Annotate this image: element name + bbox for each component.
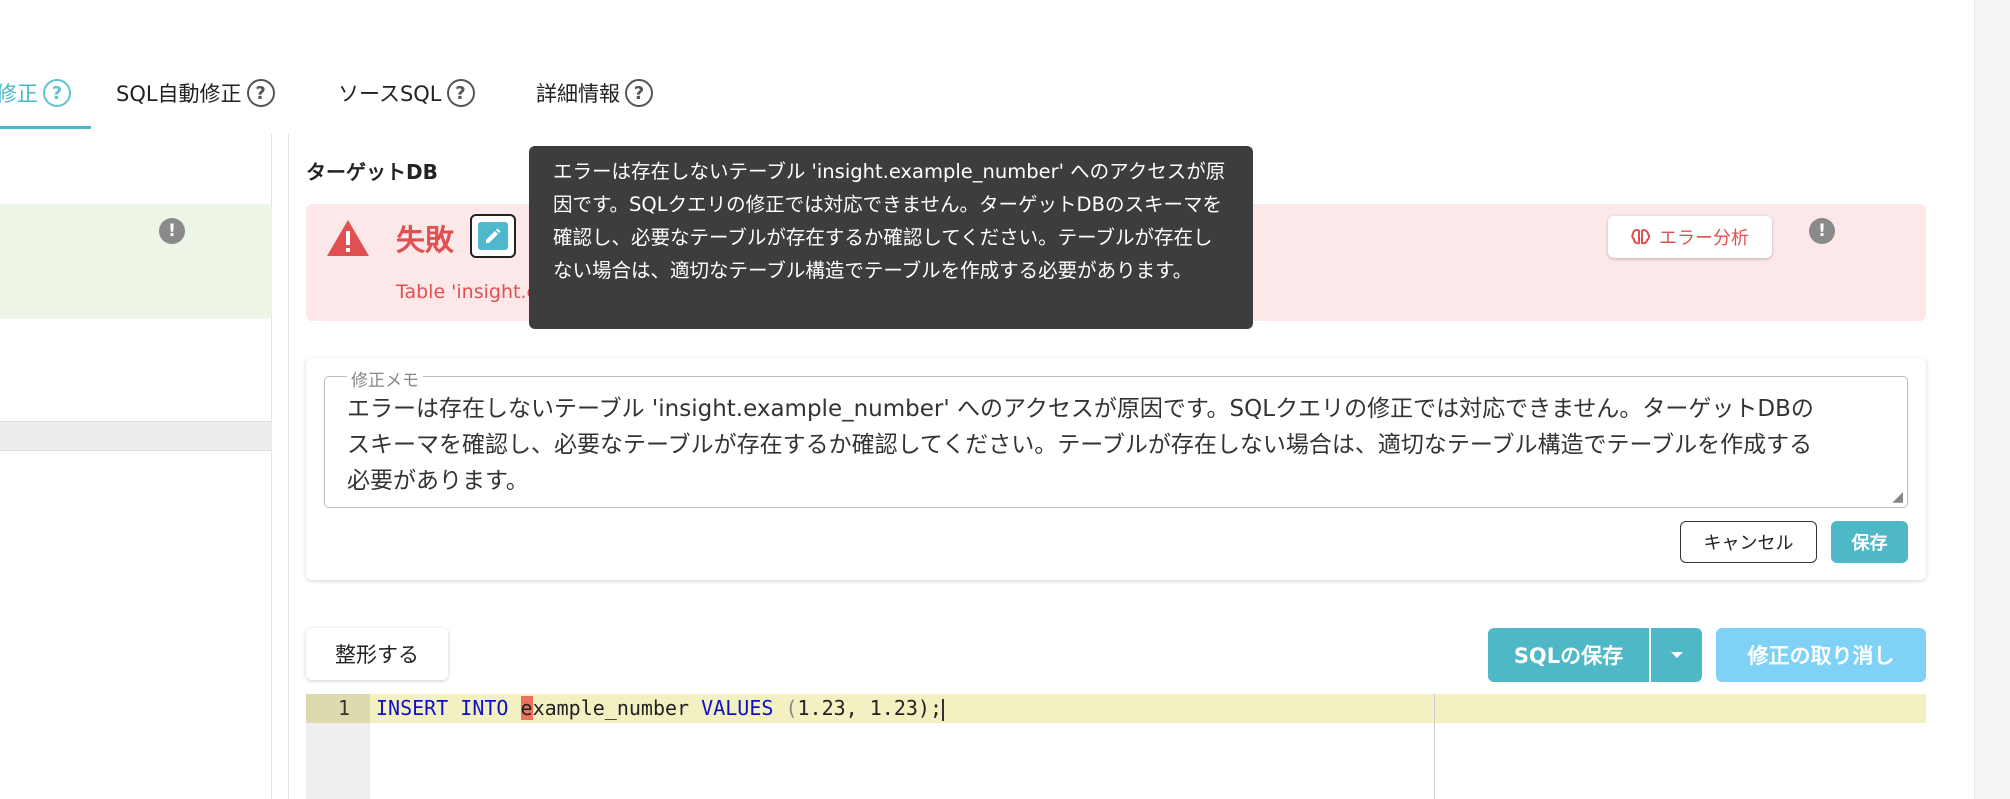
text-cursor — [942, 698, 945, 721]
code-close: ); — [917, 696, 943, 720]
pencil-icon[interactable] — [470, 214, 516, 258]
save-memo-button[interactable]: 保存 — [1831, 521, 1908, 563]
fix-memo-text[interactable]: エラーは存在しないテーブル 'insight.example_number' へ… — [347, 391, 1827, 499]
caret-down-icon — [1670, 652, 1683, 658]
status-label: 失敗 — [396, 223, 455, 257]
question-circle-icon[interactable]: ? — [246, 79, 275, 107]
code-keyword: INTO — [460, 696, 509, 720]
memo-tooltip: エラーは存在しないテーブル 'insight.example_number' へ… — [529, 146, 1253, 329]
tab-details[interactable]: 詳細情報 ? — [536, 78, 653, 108]
code-table-name: xample_number — [532, 696, 690, 720]
error-analysis-label: エラー分析 — [1659, 228, 1749, 249]
save-sql-dropdown-button[interactable] — [1651, 628, 1702, 682]
tab-sql-auto-fix-label: SQL自動修正 — [116, 82, 242, 106]
code-line[interactable]: INSERT INTO example_number VALUES (1.23,… — [376, 694, 945, 723]
fix-memo-legend: 修正メモ — [347, 366, 423, 391]
source-status-box: ! — [0, 204, 272, 319]
warning-triangle-icon — [327, 220, 369, 256]
code-values: 1.23, 1.23 — [797, 696, 918, 720]
sql-code-editor[interactable]: 1 INSERT INTO example_number VALUES (1.2… — [306, 694, 1926, 799]
tab-fix-label: 修正 — [0, 82, 38, 106]
fix-memo-field[interactable]: 修正メモ エラーは存在しないテーブル 'insight.example_numb… — [324, 366, 1908, 508]
tab-source-sql-label: ソースSQL — [338, 82, 442, 106]
resize-handle-icon[interactable]: ◢ — [1892, 489, 1903, 505]
code-paren: ( — [785, 696, 798, 720]
format-button[interactable]: 整形する — [306, 628, 448, 680]
tab-source-sql[interactable]: ソースSQL ? — [338, 78, 475, 108]
tab-details-label: 詳細情報 — [536, 82, 620, 106]
status-message: Table 'insight.e — [396, 281, 539, 303]
app-root: 修正 ? SQL自動修正 ? ソースSQL ? 詳細情報 ? ! ターゲットDB… — [0, 0, 2010, 799]
page-scrollbar[interactable] — [1974, 0, 2010, 799]
cancel-button[interactable]: キャンセル — [1680, 521, 1817, 563]
code-keyword: INSERT — [376, 696, 449, 720]
tab-fix[interactable]: 修正 ? — [0, 78, 71, 108]
exclamation-circle-icon[interactable]: ! — [1809, 218, 1835, 244]
undo-fix-button[interactable]: 修正の取り消し — [1716, 628, 1926, 682]
tab-sql-auto-fix[interactable]: SQL自動修正 ? — [116, 78, 275, 108]
editor-ruler — [1434, 694, 1435, 799]
question-circle-icon[interactable]: ? — [625, 79, 653, 107]
error-analysis-button[interactable]: エラー分析 — [1608, 216, 1772, 258]
exclamation-circle-icon[interactable]: ! — [159, 218, 185, 244]
right-pane-divider — [288, 134, 289, 799]
source-editor-header — [0, 421, 272, 451]
code-keyword: VALUES — [701, 696, 774, 720]
active-tab-indicator — [0, 126, 91, 129]
brain-icon — [1631, 228, 1651, 245]
code-error-marker: e — [520, 696, 533, 720]
question-circle-icon[interactable]: ? — [446, 79, 475, 107]
line-number: 1 — [337, 696, 350, 720]
question-circle-icon[interactable]: ? — [43, 79, 71, 107]
fix-memo-card: 修正メモ エラーは存在しないテーブル 'insight.example_numb… — [306, 358, 1926, 580]
save-sql-button[interactable]: SQLの保存 — [1488, 628, 1649, 682]
target-db-title: ターゲットDB — [306, 160, 438, 184]
